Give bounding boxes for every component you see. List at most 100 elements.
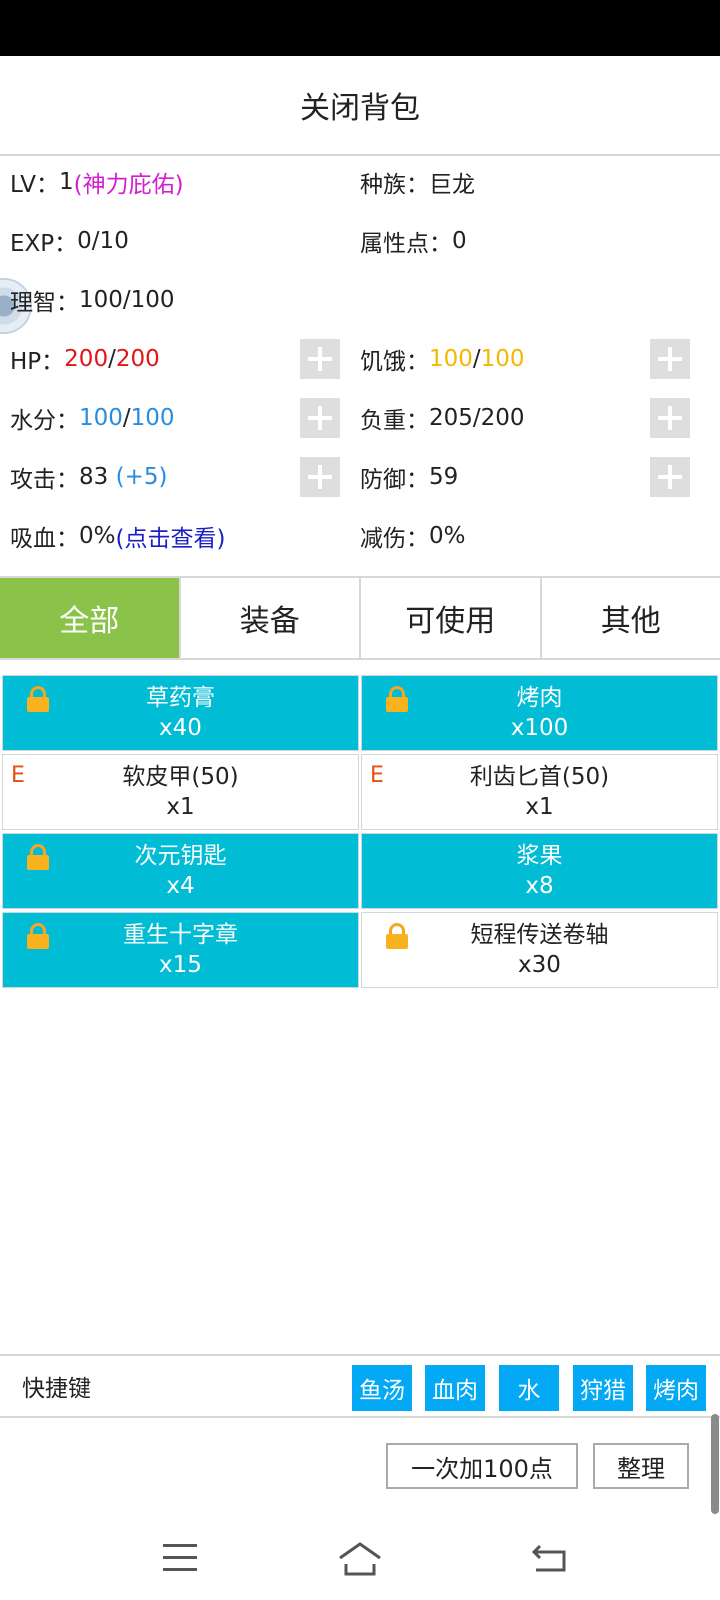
hunger-current: 100	[429, 346, 473, 372]
water-label: 水分：	[10, 408, 79, 434]
tab-equipment[interactable]: 装备	[181, 578, 361, 658]
inventory-item[interactable]: E 软皮甲(50) x1	[2, 754, 359, 830]
menu-icon[interactable]	[163, 1544, 197, 1572]
status-bar	[0, 0, 720, 56]
attack-label: 攻击：	[10, 467, 79, 493]
lock-icon[interactable]	[386, 923, 408, 949]
defense-plus-button[interactable]	[650, 457, 690, 497]
inventory-item[interactable]: E 利齿匕首(50) x1	[361, 754, 718, 830]
lock-icon[interactable]	[386, 686, 408, 712]
race-stat: 种族： 巨龙	[360, 160, 475, 204]
back-icon[interactable]	[532, 1542, 568, 1574]
inventory-item[interactable]: 重生十字章 x15	[2, 912, 359, 988]
attribute-points-value: 0	[452, 228, 467, 254]
sort-button[interactable]: 整理	[593, 1443, 689, 1489]
stat-row-exp: EXP： 0/10 属性点： 0	[0, 219, 720, 263]
load-stat: 负重： 205/200	[360, 396, 525, 440]
item-name: 软皮甲(50)	[122, 764, 239, 790]
add-100-points-button[interactable]: 一次加100点	[386, 1443, 578, 1489]
lifesteal-details-link[interactable]: (点击查看)	[116, 519, 226, 553]
stat-row-sanity: 理智： 100/100	[0, 278, 720, 322]
item-quantity: x8	[525, 873, 554, 899]
hp-label: HP：	[10, 349, 65, 375]
tab-other[interactable]: 其他	[542, 578, 720, 658]
shortcut-fish-soup-button[interactable]: 鱼汤	[351, 1364, 413, 1412]
stat-row-hp: HP： 200/200 饥饿： 100/100	[0, 337, 720, 381]
water-stat: 水分： 100/100	[10, 396, 175, 440]
stat-row-lifesteal: 吸血： 0% (点击查看) 减伤： 0%	[0, 514, 720, 558]
reduction-stat: 减伤： 0%	[360, 514, 466, 558]
inventory-item[interactable]: 浆果 x8	[361, 833, 718, 909]
lifesteal-value: 0%	[79, 523, 116, 549]
race-label: 种族：	[360, 172, 429, 198]
level-blessing: (神力庇佑)	[73, 172, 184, 198]
shortcut-flesh-button[interactable]: 血肉	[424, 1364, 486, 1412]
sanity-stat: 理智： 100/100	[10, 278, 175, 322]
item-name: 次元钥匙	[134, 843, 227, 869]
water-current: 100	[79, 405, 123, 431]
sanity-value: 100/100	[79, 287, 175, 313]
shortcut-roast-meat-button[interactable]: 烤肉	[645, 1364, 707, 1412]
inventory-item[interactable]: 次元钥匙 x4	[2, 833, 359, 909]
reduction-value: 0%	[429, 523, 466, 549]
item-quantity: x1	[525, 794, 554, 820]
item-quantity: x4	[166, 873, 195, 899]
lock-icon[interactable]	[27, 686, 49, 712]
tab-all[interactable]: 全部	[0, 578, 181, 658]
attack-bonus: (+5)	[115, 464, 168, 490]
item-quantity: x100	[510, 715, 569, 741]
hp-stat: HP： 200/200	[10, 337, 160, 381]
stat-row-attack: 攻击： 83 (+5) 防御： 59	[0, 455, 720, 499]
attribute-points-stat: 属性点： 0	[360, 219, 467, 263]
hp-slash: /	[108, 346, 116, 372]
tab-usable[interactable]: 可使用	[361, 578, 542, 658]
sanity-label: 理智：	[10, 290, 79, 316]
defense-label: 防御：	[360, 467, 429, 493]
item-name: 烤肉	[516, 685, 563, 711]
lifesteal-stat: 吸血： 0% (点击查看)	[10, 514, 225, 558]
item-quantity: x30	[518, 952, 561, 978]
lock-icon[interactable]	[27, 923, 49, 949]
item-name: 浆果	[516, 843, 563, 869]
shortcut-hunt-button[interactable]: 狩猎	[572, 1364, 634, 1412]
lock-icon[interactable]	[27, 844, 49, 870]
exp-stat: EXP： 0/10	[10, 219, 129, 263]
item-name: 利齿匕首(50)	[469, 764, 610, 790]
lifesteal-label: 吸血：	[10, 526, 79, 552]
hp-plus-button[interactable]	[300, 339, 340, 379]
home-icon[interactable]	[336, 1538, 384, 1578]
shortcut-water-button[interactable]: 水	[498, 1364, 560, 1412]
defense-stat: 防御： 59	[360, 455, 458, 499]
item-quantity: x40	[159, 715, 202, 741]
item-quantity: x1	[166, 794, 195, 820]
inventory-item[interactable]: 短程传送卷轴 x30	[361, 912, 718, 988]
level-stat: LV： 1 (神力庇佑)	[10, 160, 184, 204]
inventory-item[interactable]: 草药膏 x40	[2, 675, 359, 751]
race-value: 巨龙	[429, 172, 475, 198]
shortcut-label: 快捷键	[22, 1376, 91, 1402]
hunger-max: 100	[480, 346, 525, 372]
level-label: LV：	[10, 172, 60, 198]
attack-stat: 攻击： 83 (+5)	[10, 455, 167, 499]
stat-row-level: LV： 1 (神力庇佑) 种族： 巨龙	[0, 160, 720, 204]
attribute-points-label: 属性点：	[360, 231, 452, 257]
attack-plus-button[interactable]	[300, 457, 340, 497]
inventory-item[interactable]: 烤肉 x100	[361, 675, 718, 751]
water-max: 100	[130, 405, 175, 431]
item-quantity: x15	[159, 952, 202, 978]
hp-current: 200	[64, 346, 109, 372]
hunger-plus-button[interactable]	[650, 339, 690, 379]
water-plus-button[interactable]	[300, 398, 340, 438]
stat-row-water: 水分： 100/100 负重： 205/200	[0, 396, 720, 440]
close-bag-button[interactable]: 关闭背包	[0, 56, 720, 156]
level-value: 1	[59, 169, 74, 195]
item-name: 重生十字章	[123, 922, 238, 948]
hp-max: 200	[115, 346, 160, 372]
water-slash: /	[122, 405, 131, 431]
system-nav-bar	[0, 1520, 720, 1600]
load-plus-button[interactable]	[650, 398, 690, 438]
item-name: 草药膏	[146, 685, 215, 711]
hunger-stat: 饥饿： 100/100	[360, 337, 525, 381]
exp-label: EXP：	[10, 231, 78, 257]
scrollbar[interactable]	[711, 1414, 719, 1514]
